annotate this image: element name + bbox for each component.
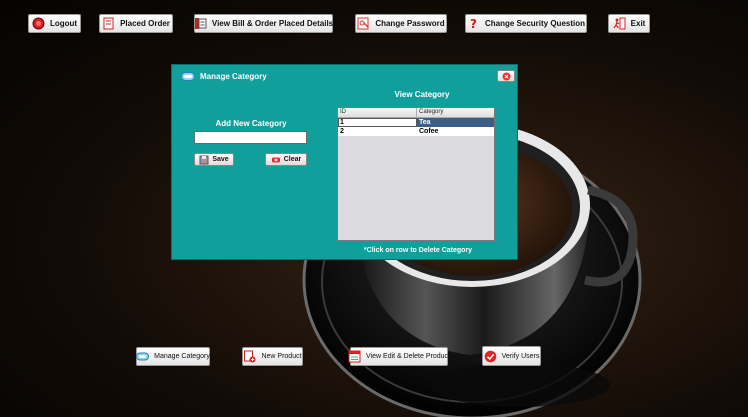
placed-order-label: Placed Order [120, 19, 170, 28]
product-list-icon [348, 350, 361, 363]
clear-label: Clear [283, 156, 302, 163]
new-product-icon [243, 350, 256, 363]
view-bill-label: View Bill & Order Placed Details [211, 19, 334, 28]
category-icon [181, 72, 195, 81]
view-edit-delete-product-button[interactable]: View Edit & Delete Product [348, 347, 450, 366]
cell-id: 1 [338, 118, 417, 127]
checkmark-icon [484, 350, 497, 363]
cell-category: Tea [419, 119, 431, 126]
delete-hint: *Click on row to Delete Category [363, 247, 473, 254]
change-security-question-label: Change Security Question [484, 19, 586, 28]
table-row[interactable]: 1 Tea [338, 118, 494, 127]
view-edit-delete-product-label: View Edit & Delete Product [366, 353, 450, 360]
logout-button[interactable]: Logout [28, 14, 81, 33]
category-table: ID Category 1 Tea 2 Cofee [337, 107, 495, 241]
column-header-category[interactable]: Category [417, 108, 494, 117]
verify-users-button[interactable]: Verify Users [482, 346, 541, 366]
save-label: Save [212, 156, 229, 163]
category-name-input[interactable] [194, 131, 307, 144]
change-password-label: Change Password [375, 19, 445, 28]
eraser-icon [271, 155, 281, 165]
change-security-question-button[interactable]: ? Change Security Question [465, 14, 587, 33]
save-icon [199, 155, 209, 165]
dialog-title: Manage Category [200, 72, 267, 81]
svg-text:?: ? [470, 17, 477, 30]
manage-category-button[interactable]: Manage Category [136, 347, 210, 366]
table-row[interactable]: 2 Cofee [338, 127, 494, 136]
exit-icon [613, 17, 626, 30]
cell-id: 2 [340, 128, 344, 135]
close-icon [502, 72, 511, 81]
question-mark-icon: ? [467, 17, 480, 30]
view-bill-button[interactable]: View Bill & Order Placed Details [194, 14, 333, 33]
column-header-id[interactable]: ID [338, 108, 417, 117]
new-product-button[interactable]: New Product [242, 347, 303, 366]
logout-icon [32, 17, 45, 30]
save-button[interactable]: Save [194, 153, 234, 166]
add-category-label: Add New Category [215, 119, 287, 128]
close-dialog-button[interactable] [497, 70, 515, 82]
manage-category-label: Manage Category [154, 353, 210, 360]
clear-button[interactable]: Clear [265, 153, 307, 166]
view-category-label: View Category [394, 90, 450, 99]
order-sheet-icon [102, 17, 115, 30]
exit-button[interactable]: Exit [608, 14, 650, 33]
new-product-label: New Product [261, 353, 302, 360]
placed-order-button[interactable]: Placed Order [99, 14, 173, 33]
manage-category-dialog: Manage Category Add New Category Save Cl… [171, 64, 518, 260]
bill-icon [194, 17, 207, 30]
cell-category: Cofee [419, 128, 439, 135]
password-icon [357, 17, 370, 30]
category-icon [136, 350, 150, 363]
exit-label: Exit [630, 19, 646, 28]
logout-label: Logout [49, 19, 78, 28]
table-header: ID Category [338, 108, 494, 118]
verify-users-label: Verify Users [501, 352, 540, 360]
change-password-button[interactable]: Change Password [355, 14, 447, 33]
